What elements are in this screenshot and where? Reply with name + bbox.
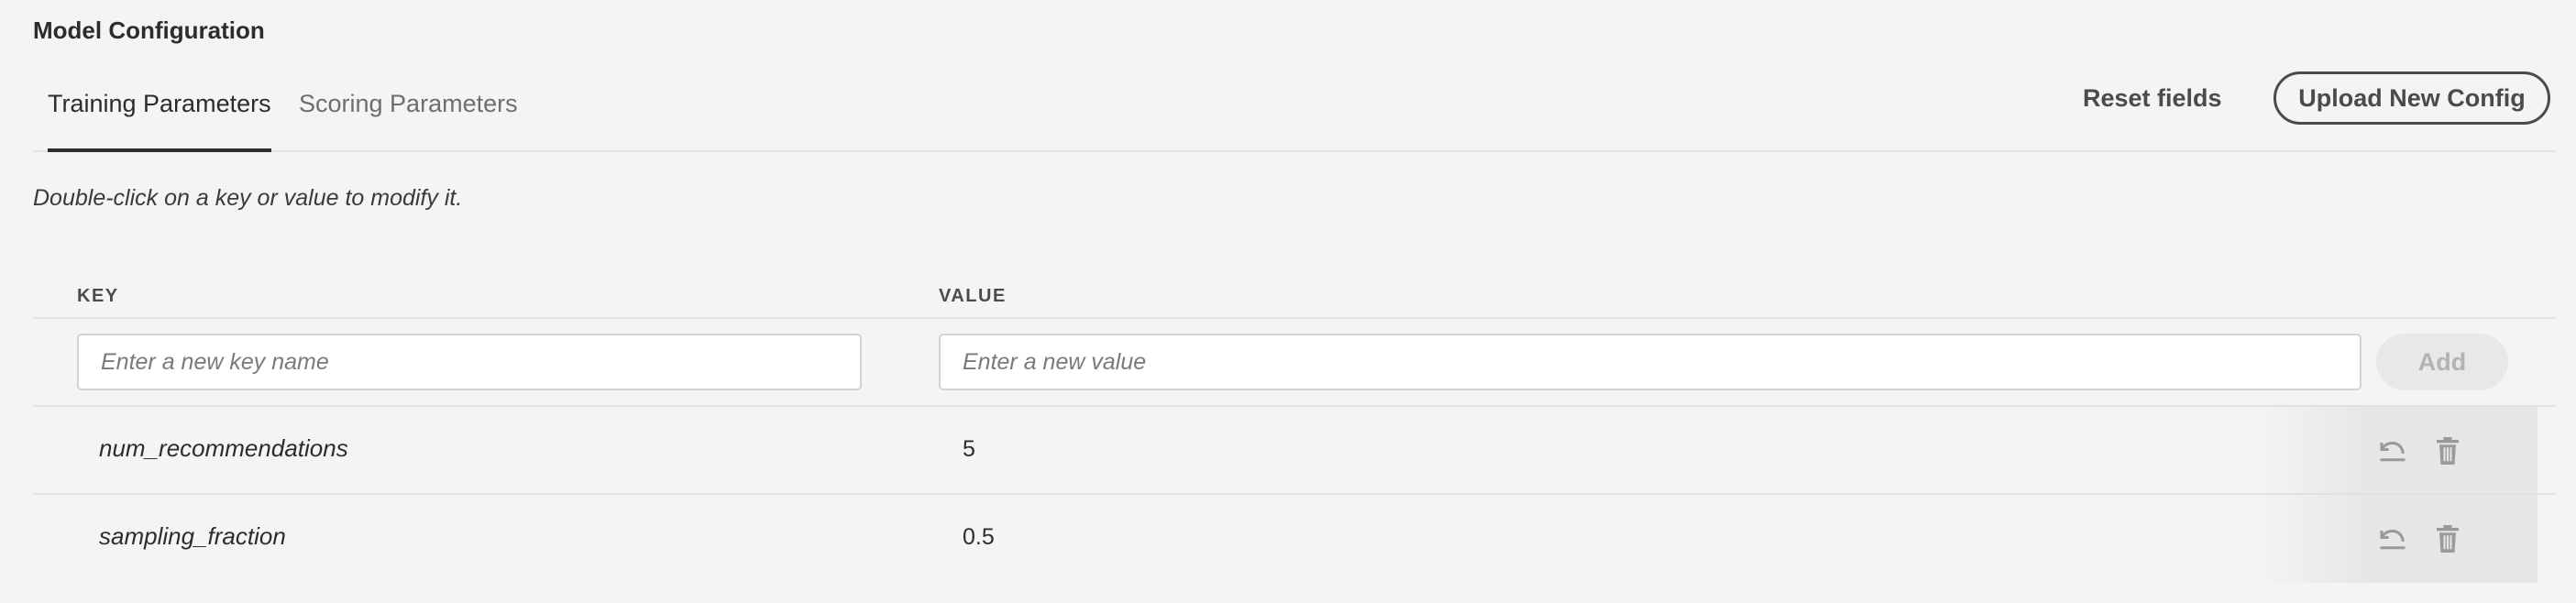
column-header-value: VALUE [939, 286, 1007, 306]
row-key[interactable]: sampling_fraction [99, 522, 286, 551]
tab-scoring-parameters[interactable]: Scoring Parameters [299, 90, 518, 150]
row-value[interactable]: 5 [963, 436, 975, 463]
trash-icon[interactable] [2431, 522, 2464, 555]
header-divider [33, 317, 2556, 319]
section-title: Model Configuration [33, 16, 265, 44]
table-row[interactable]: num_recommendations 5 [33, 407, 2556, 495]
add-button[interactable]: Add [2376, 334, 2508, 390]
row-actions [2259, 495, 2537, 583]
undo-icon[interactable] [2376, 434, 2409, 467]
table-row[interactable]: sampling_fraction 0.5 [33, 495, 2556, 583]
column-header-key: KEY [77, 286, 119, 306]
new-value-input[interactable] [939, 334, 2361, 390]
new-key-input[interactable] [77, 334, 862, 390]
trash-icon[interactable] [2431, 434, 2464, 467]
tab-training-parameters[interactable]: Training Parameters [48, 90, 271, 152]
model-configuration-panel: Model Configuration Training Parameters … [0, 0, 2576, 603]
undo-icon[interactable] [2376, 522, 2409, 555]
row-key[interactable]: num_recommendations [99, 434, 348, 463]
row-value[interactable]: 0.5 [963, 524, 995, 551]
reset-fields-button[interactable]: Reset fields [2083, 84, 2222, 113]
row-actions [2259, 407, 2537, 495]
upload-new-config-button[interactable]: Upload New Config [2273, 71, 2550, 125]
edit-hint: Double-click on a key or value to modify… [33, 185, 463, 211]
